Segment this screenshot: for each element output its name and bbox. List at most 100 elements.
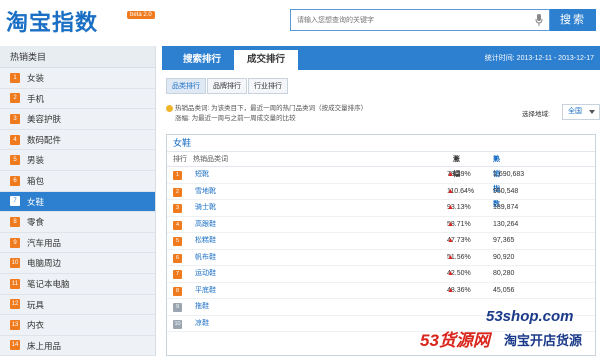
col-category: 热销品类词 xyxy=(193,156,228,163)
sidebar-item-label: 美容护肤 xyxy=(27,114,62,125)
rise-value: ▲ 47.73% xyxy=(447,233,471,250)
up-arrow-icon: ▲ xyxy=(447,286,454,294)
category-link[interactable]: 凉鞋 xyxy=(195,316,209,333)
index-value: 130,264 xyxy=(493,220,519,228)
rank-badge: 10 xyxy=(173,319,182,329)
sidebar-item-label: 男装 xyxy=(27,155,45,166)
rank-badge: 3 xyxy=(173,204,182,213)
rank-badge: 8 xyxy=(10,216,20,227)
microphone-icon[interactable] xyxy=(535,14,543,26)
watermark-site: 53shop.com xyxy=(486,308,574,325)
sidebar-item-label: 电脑周边 xyxy=(27,258,62,269)
sidebar-item-label: 内衣 xyxy=(27,320,45,331)
sidebar-item[interactable]: 9 汽车用品 xyxy=(0,233,155,254)
rank-badge: 7 xyxy=(10,196,20,207)
sidebar-item-label: 笔记本电脑 xyxy=(27,278,70,289)
rank-badge: 10 xyxy=(10,258,20,269)
table-row: 5 松糕鞋 ▲ 47.73% 97,365 xyxy=(167,233,595,250)
sidebar-item[interactable]: 10 电脑周边 xyxy=(0,253,155,274)
sidebar-item-label: 玩具 xyxy=(27,299,45,310)
category-link[interactable]: 平底鞋 xyxy=(195,283,216,300)
rank-badge: 2 xyxy=(10,93,20,104)
category-link[interactable]: 短靴 xyxy=(195,167,209,184)
subtab-brand[interactable]: 品牌排行 xyxy=(207,78,247,94)
category-link[interactable]: 雪地靴 xyxy=(195,184,216,201)
table-row: 3 骑士靴 ▲ 93.13% 189,874 xyxy=(167,200,595,217)
tab-transaction-ranking[interactable]: 成交排行 xyxy=(234,50,298,70)
table-row: 8 平底鞋 ▲ 48.36% 45,056 xyxy=(167,283,595,300)
watermark-slogan: 淘宝开店货源 xyxy=(504,333,583,348)
sidebar-item-label: 汽车用品 xyxy=(27,237,62,248)
rise-value: ▲ 58.71% xyxy=(447,217,471,234)
category-link[interactable]: 松糕鞋 xyxy=(195,233,216,250)
table-row: 6 帆布鞋 ▲ 51.56% 90,920 xyxy=(167,250,595,267)
chevron-down-icon xyxy=(589,110,595,114)
watermark-brand: 53货源网 xyxy=(420,331,490,350)
header: 淘宝指数 beta 2.0 搜索 xyxy=(0,0,600,42)
table-row: 1 短靴 ▲ 78.39% 1,690,683 xyxy=(167,167,595,184)
category-link[interactable]: 拖鞋 xyxy=(195,299,209,316)
rise-value: ▲ 110.64% xyxy=(447,184,474,201)
tab-search-ranking[interactable]: 搜索排行 xyxy=(170,50,234,70)
rank-badge: 5 xyxy=(10,155,20,166)
sidebar-item[interactable]: 12 玩具 xyxy=(0,295,155,316)
sidebar-item-label: 箱包 xyxy=(27,175,45,186)
info-icon xyxy=(166,104,173,112)
sidebar-item[interactable]: 3 美容护肤 xyxy=(0,109,155,130)
category-link[interactable]: 帆布鞋 xyxy=(195,250,216,267)
index-value: 90,920 xyxy=(493,253,515,261)
sidebar-item-label: 数码配件 xyxy=(27,134,62,145)
index-value: 80,280 xyxy=(493,270,515,277)
sidebar-item[interactable]: 11 笔记本电脑 xyxy=(0,274,155,295)
rise-value: ▲ 78.39% xyxy=(447,167,471,184)
sidebar-item-label: 女鞋 xyxy=(27,196,45,207)
sort-icon: ⬍ xyxy=(453,156,459,163)
rank-badge: 6 xyxy=(173,253,182,263)
rank-badge: 11 xyxy=(10,278,20,289)
rank-badge: 3 xyxy=(10,113,20,124)
rise-value: ▲ 51.56% xyxy=(447,250,471,267)
category-link[interactable]: 高跟鞋 xyxy=(195,217,216,234)
subtab-industry[interactable]: 行业排行 xyxy=(248,78,288,94)
sidebar-item[interactable]: 14 床上用品 xyxy=(0,336,155,356)
beta-badge: beta 2.0 xyxy=(127,11,155,19)
subtab-category[interactable]: 品类排行 xyxy=(166,78,206,94)
search-input[interactable] xyxy=(291,10,519,30)
category-link[interactable]: 骑士靴 xyxy=(195,200,216,217)
region-select[interactable]: 全国 xyxy=(562,104,600,120)
rank-badge: 5 xyxy=(173,237,182,246)
rise-value: ▲ 42.50% xyxy=(447,266,471,283)
up-arrow-icon: ▲ xyxy=(447,171,454,178)
index-value: 97,365 xyxy=(493,237,515,244)
table-row: 2 雪地靴 ▲ 110.64% 950,548 xyxy=(167,184,595,201)
region-value: 全国 xyxy=(568,108,582,115)
sidebar-item-label: 女装 xyxy=(27,73,45,83)
rank-badge: 9 xyxy=(10,237,20,248)
up-arrow-icon: ▲ xyxy=(447,270,454,277)
sidebar-item[interactable]: 4 数码配件 xyxy=(0,130,155,151)
rank-badge: 1 xyxy=(10,72,20,83)
sidebar-item[interactable]: 2 手机 xyxy=(0,89,155,110)
sidebar-item[interactable]: 1 女装 xyxy=(0,68,155,89)
table-header: 排行 热销品类词 涨幅 ⬍ 热销指数 ⬍ xyxy=(167,152,595,208)
sidebar-item[interactable]: 13 内衣 xyxy=(0,315,155,336)
index-value: 45,056 xyxy=(493,286,515,294)
rank-badge: 2 xyxy=(173,187,182,197)
rank-badge: 7 xyxy=(173,270,182,279)
category-link[interactable]: 运动鞋 xyxy=(195,266,216,283)
rank-badge: 8 xyxy=(173,286,182,296)
ranking-tabbar: 搜索排行 成交排行 统计时间: 2013-12-11 - 2013-12-17 xyxy=(162,46,600,70)
search-button[interactable]: 搜索 xyxy=(550,9,596,31)
ranking-notes: 热销品类词: 为该类目下，最近一周的热门品类词（按成交量排序） 涨幅: 为最近一… xyxy=(166,104,496,124)
rank-badge: 4 xyxy=(10,134,20,145)
sidebar-item[interactable]: 6 箱包 xyxy=(0,171,155,192)
sidebar-item[interactable]: 5 男装 xyxy=(0,150,155,171)
sidebar-title: 热销类目 xyxy=(0,46,155,68)
taobao-index-logo[interactable]: 淘宝指数 xyxy=(6,5,98,37)
rise-value: ▲ 93.13% xyxy=(447,200,471,217)
sidebar-item-label: 床上用品 xyxy=(27,340,62,351)
rank-badge: 12 xyxy=(10,299,20,310)
search-box xyxy=(290,9,550,31)
sidebar-item[interactable]: 7 女鞋 xyxy=(0,191,155,213)
sidebar-item[interactable]: 8 零食 xyxy=(0,212,155,233)
